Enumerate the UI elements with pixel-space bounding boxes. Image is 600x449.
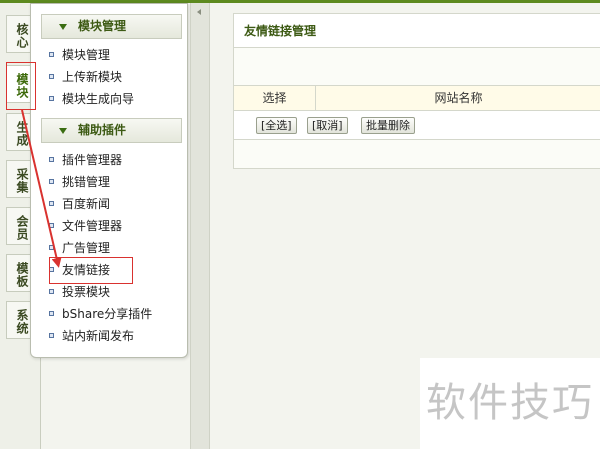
batch-delete-button[interactable]: 批量删除 xyxy=(361,117,415,134)
menu-item-label: 文件管理器 xyxy=(62,219,123,233)
column-header-site-name: 网站名称 xyxy=(434,91,483,105)
tab-template[interactable]: 模板 xyxy=(6,254,30,292)
friend-links-panel: 友情链接管理 选择 网站名称 [全选] [取消] 批量删除 xyxy=(233,13,600,169)
collapse-arrow-icon[interactable] xyxy=(197,9,201,15)
section-header-auxiliary-plugins[interactable]: 辅助插件 xyxy=(41,118,182,143)
menu-item-label: 模块生成向导 xyxy=(62,92,135,106)
page-title: 友情链接管理 xyxy=(234,14,600,48)
column-header-select: 选择 xyxy=(262,91,287,105)
square-bullet-icon xyxy=(49,74,54,79)
square-bullet-icon xyxy=(49,333,54,338)
module-menu-panel: 模块管理 模块管理 上传新模块 模块生成向导 辅助插件 插件管理器 挑错管理 百… xyxy=(30,3,188,358)
square-bullet-icon xyxy=(49,201,54,206)
menu-item-label: 上传新模块 xyxy=(62,70,123,84)
menu-item-ad-management[interactable]: 广告管理 xyxy=(49,238,110,258)
tab-member[interactable]: 会员 xyxy=(6,207,30,245)
menu-item-vote-module[interactable]: 投票模块 xyxy=(49,282,110,302)
watermark: 软件技巧 xyxy=(420,358,600,449)
annotation-highlight-friend-links xyxy=(49,257,133,284)
menu-item-label: 广告管理 xyxy=(62,241,111,255)
square-bullet-icon xyxy=(49,311,54,316)
menu-item-bshare-plugin[interactable]: bShare分享插件 xyxy=(49,304,152,324)
menu-item-site-news-publish[interactable]: 站内新闻发布 xyxy=(49,326,134,346)
triangle-down-icon xyxy=(59,24,67,30)
square-bullet-icon xyxy=(49,289,54,294)
collapse-bar[interactable] xyxy=(190,3,210,449)
menu-item-label: 投票模块 xyxy=(62,285,111,299)
annotation-highlight-module-tab xyxy=(6,62,36,110)
tab-system[interactable]: 系统 xyxy=(6,301,30,339)
menu-item-plugin-manager[interactable]: 插件管理器 xyxy=(49,150,122,170)
square-bullet-icon xyxy=(49,52,54,57)
menu-item-label: 百度新闻 xyxy=(62,197,111,211)
menu-item-label: 模块管理 xyxy=(62,48,111,62)
tab-core[interactable]: 核心 xyxy=(6,15,30,53)
tab-collect[interactable]: 采集 xyxy=(6,160,30,198)
menu-item-module-management[interactable]: 模块管理 xyxy=(49,45,110,65)
action-row: [全选] [取消] 批量删除 xyxy=(234,111,600,140)
triangle-down-icon xyxy=(59,128,67,134)
tab-generate[interactable]: 生成 xyxy=(6,113,30,151)
menu-item-baidu-news[interactable]: 百度新闻 xyxy=(49,194,110,214)
menu-item-upload-module[interactable]: 上传新模块 xyxy=(49,67,122,87)
square-bullet-icon xyxy=(49,96,54,101)
table-header: 选择 网站名称 xyxy=(234,85,600,111)
menu-item-error-report[interactable]: 挑错管理 xyxy=(49,172,110,192)
square-bullet-icon xyxy=(49,157,54,162)
section-header-module-management[interactable]: 模块管理 xyxy=(41,14,182,39)
menu-item-module-wizard[interactable]: 模块生成向导 xyxy=(49,89,134,109)
menu-item-label: bShare分享插件 xyxy=(62,307,153,321)
menu-item-label: 插件管理器 xyxy=(62,153,123,167)
square-bullet-icon xyxy=(49,245,54,250)
select-all-button[interactable]: [全选] xyxy=(256,117,297,134)
square-bullet-icon xyxy=(49,223,54,228)
section-title: 模块管理 xyxy=(78,19,127,33)
section-title: 辅助插件 xyxy=(78,123,127,137)
menu-item-label: 站内新闻发布 xyxy=(62,329,135,343)
menu-item-file-manager[interactable]: 文件管理器 xyxy=(49,216,122,236)
cancel-button[interactable]: [取消] xyxy=(307,117,348,134)
square-bullet-icon xyxy=(49,179,54,184)
menu-item-label: 挑错管理 xyxy=(62,175,111,189)
